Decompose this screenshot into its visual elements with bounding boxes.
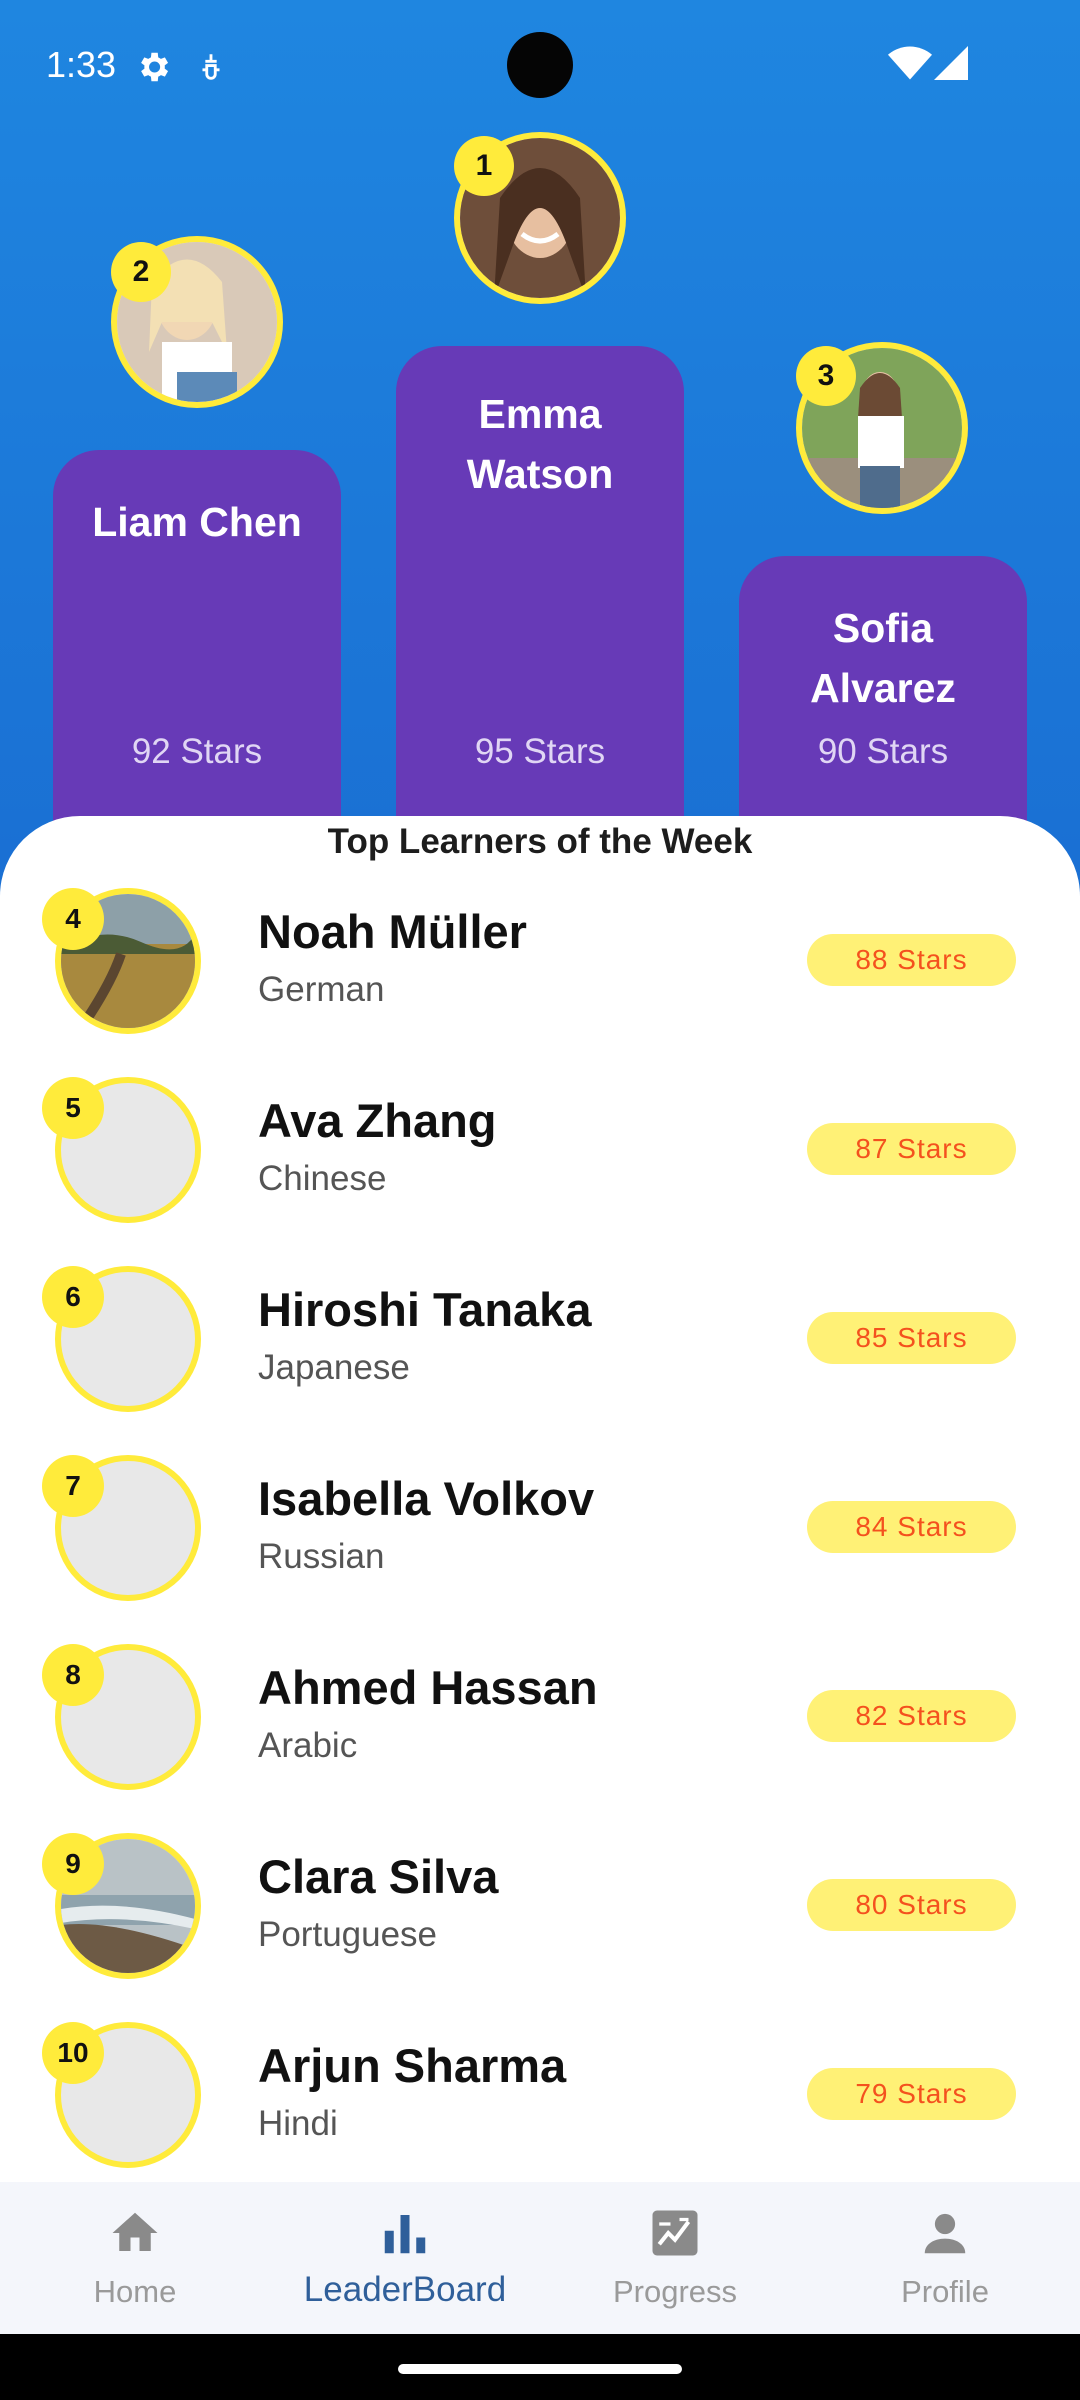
wifi-icon <box>888 46 932 80</box>
rank-badge: 4 <box>42 888 104 950</box>
rank-badge: 5 <box>42 1077 104 1139</box>
learner-name: Ava Zhang <box>258 1094 497 1147</box>
debug-icon <box>202 54 220 80</box>
learner-name: Ahmed Hassan <box>258 1661 598 1714</box>
camera-cutout <box>507 32 573 98</box>
section-title: Top Learners of the Week <box>327 822 753 861</box>
nav-label-leaderboard: LeaderBoard <box>303 2270 507 2309</box>
home-gesture-handle[interactable] <box>398 2364 682 2374</box>
learner-language: Russian <box>258 1537 385 1576</box>
rank-badge: 9 <box>42 1833 104 1895</box>
signal-icon <box>934 46 968 80</box>
podium-first-name: Emma Watson <box>466 391 614 497</box>
learner-language: Hindi <box>258 2104 338 2143</box>
podium-second-name: Liam Chen <box>92 499 302 545</box>
rank-badge: 7 <box>42 1455 104 1517</box>
nav-label-progress: Progress <box>612 2274 738 2309</box>
learner-name: Noah Müller <box>258 905 527 958</box>
podium-first-rank-badge: 1 <box>454 136 514 196</box>
stars-badge: 80 Stars <box>807 1879 1016 1931</box>
stars-badge: 84 Stars <box>807 1501 1016 1553</box>
nav-item-home[interactable]: Home <box>0 2182 270 2334</box>
rank-badge: 10 <box>42 2022 104 2084</box>
list-item[interactable]: 5 Ava Zhang Chinese 87 Stars <box>0 1077 1080 1247</box>
profile-icon <box>924 2213 966 2254</box>
learner-language: Chinese <box>258 1159 387 1198</box>
list-item[interactable]: 7 Isabella Volkov Russian 84 Stars <box>0 1455 1080 1625</box>
podium-third-name: Sofia Alvarez <box>810 605 956 711</box>
status-time: 1:33 <box>46 44 117 85</box>
learner-language: German <box>258 970 385 1009</box>
settings-icon <box>141 52 169 82</box>
learner-name: Isabella Volkov <box>258 1472 595 1525</box>
bottom-navigation: Home LeaderBoard Progress Profile <box>0 2182 1080 2334</box>
list-item[interactable]: 4 Noah Müller German 88 Stars <box>0 888 1080 1058</box>
nav-item-profile[interactable]: Profile <box>810 2182 1080 2334</box>
stars-badge: 88 Stars <box>807 934 1016 986</box>
list-item[interactable]: 8 Ahmed Hassan Arabic 82 Stars <box>0 1644 1080 1814</box>
rank-badge: 8 <box>42 1644 104 1706</box>
podium-first[interactable]: Emma Watson 95 Stars <box>396 346 684 830</box>
home-icon <box>112 2212 158 2251</box>
nav-label-profile: Profile <box>901 2274 989 2309</box>
learner-name: Hiroshi Tanaka <box>258 1283 592 1336</box>
status-bar: 1:33 <box>0 0 1080 134</box>
podium-first-stars: 95 Stars <box>474 732 606 771</box>
leaderboard-icon <box>384 2215 426 2254</box>
podium-second-stars: 92 Stars <box>131 732 263 771</box>
progress-icon <box>652 2210 698 2256</box>
learner-language: Portuguese <box>258 1915 438 1954</box>
nav-item-leaderboard[interactable]: LeaderBoard <box>270 2182 540 2334</box>
podium-third[interactable]: Sofia Alvarez 90 Stars <box>739 556 1027 830</box>
learner-language: Japanese <box>258 1348 410 1387</box>
system-gesture-bar <box>0 2334 1080 2400</box>
learner-name: Clara Silva <box>258 1850 499 1903</box>
learner-name: Arjun Sharma <box>258 2039 567 2092</box>
stars-badge: 82 Stars <box>807 1690 1016 1742</box>
podium-second-rank-badge: 2 <box>111 242 171 302</box>
nav-item-progress[interactable]: Progress <box>540 2182 810 2334</box>
list-item[interactable]: 6 Hiroshi Tanaka Japanese 85 Stars <box>0 1266 1080 1436</box>
podium-second[interactable]: Liam Chen 92 Stars <box>53 450 341 830</box>
stars-badge: 87 Stars <box>807 1123 1016 1175</box>
list-item[interactable]: 9 Clara Silva Portuguese 80 Stars <box>0 1833 1080 2003</box>
stars-badge: 85 Stars <box>807 1312 1016 1364</box>
list-item[interactable]: 10 Arjun Sharma Hindi 79 Stars <box>0 2022 1080 2192</box>
nav-label-home: Home <box>93 2274 177 2309</box>
podium-third-stars: 90 Stars <box>817 732 949 771</box>
learner-language: Arabic <box>258 1726 358 1765</box>
stars-badge: 79 Stars <box>807 2068 1016 2120</box>
rank-badge: 6 <box>42 1266 104 1328</box>
podium-third-rank-badge: 3 <box>796 346 856 406</box>
